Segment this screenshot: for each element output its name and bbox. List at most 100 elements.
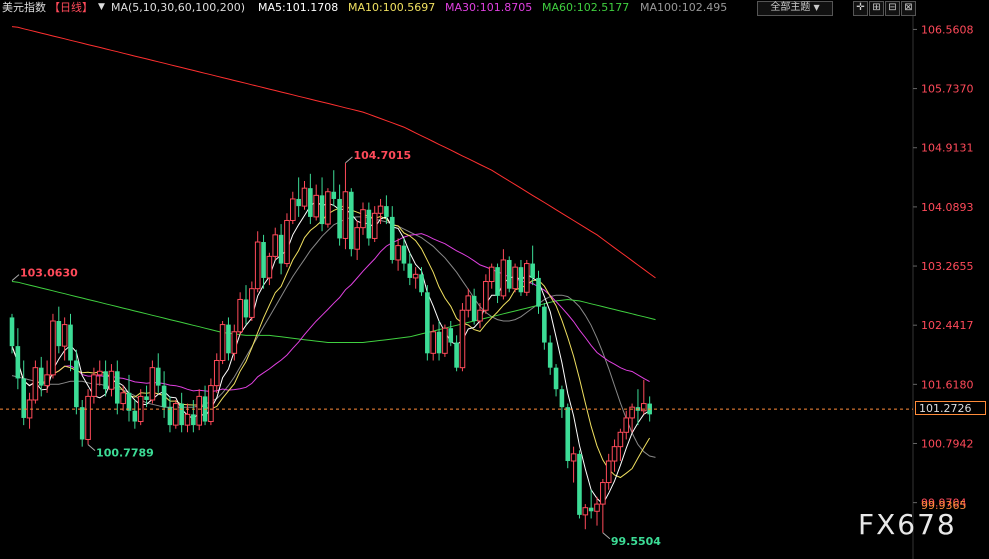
candle-body <box>559 389 565 408</box>
candle <box>471 288 477 325</box>
candle-body <box>542 306 547 343</box>
candle <box>477 303 483 329</box>
candle-body <box>319 195 325 225</box>
candle-body <box>448 328 454 343</box>
candle <box>179 392 184 433</box>
candle-body <box>15 346 21 379</box>
zoom-out-icon[interactable]: ⊟ <box>885 1 900 16</box>
watermark-logo: FX678 <box>858 508 957 541</box>
candle <box>56 306 62 354</box>
y-tick-label: 104.0893 <box>921 201 974 214</box>
candle-body <box>366 209 372 239</box>
candle-body <box>74 360 79 408</box>
candle <box>483 274 489 314</box>
extreme-value-label: 100.7789 <box>96 447 154 460</box>
candle <box>85 389 91 445</box>
candle <box>565 403 571 469</box>
candle-body <box>331 191 337 199</box>
candle-body <box>173 403 179 426</box>
annotation-leader <box>87 444 96 451</box>
candle-body <box>506 259 512 289</box>
candle-body <box>301 187 308 207</box>
candle-body <box>161 385 167 408</box>
candle <box>173 399 179 429</box>
candle <box>254 231 261 293</box>
candle <box>588 489 594 519</box>
candle-body <box>641 403 647 412</box>
candle <box>518 259 524 296</box>
candle <box>570 446 577 483</box>
candle-body <box>395 245 401 261</box>
candle-body <box>120 392 126 405</box>
candle-body <box>231 331 238 354</box>
candle-body <box>208 385 214 423</box>
candle <box>454 335 459 372</box>
candle <box>371 206 378 243</box>
candle <box>395 238 401 271</box>
close-icon[interactable]: ⊠ <box>901 1 916 16</box>
candle <box>325 188 331 228</box>
candle-body <box>38 367 44 386</box>
candle <box>272 227 279 260</box>
candle-body <box>530 263 535 278</box>
candle <box>436 321 442 361</box>
candle-body <box>21 378 26 418</box>
candle-body <box>553 367 559 390</box>
candle <box>21 360 26 426</box>
candle-body <box>342 191 349 239</box>
theme-select-button[interactable]: 全部主题 ▼ <box>757 1 833 16</box>
candle <box>547 335 553 375</box>
candle <box>44 360 50 393</box>
candle-body <box>419 274 424 293</box>
current-price-label: 101.2726 <box>915 401 986 415</box>
extreme-value-label: 99.5504 <box>611 535 661 548</box>
candle-body <box>296 198 301 207</box>
candle-body <box>536 277 541 307</box>
candle <box>389 206 395 264</box>
candle <box>465 288 472 318</box>
candle-body <box>518 267 524 293</box>
ma100-value: MA100:102.495 <box>640 1 728 14</box>
candle <box>237 292 243 336</box>
annotation-leader <box>11 274 20 281</box>
candle-body <box>32 367 39 401</box>
candle-body <box>149 367 156 401</box>
candle <box>249 281 255 322</box>
candle <box>79 399 85 447</box>
y-tick-label: 104.9131 <box>921 142 974 155</box>
candle-body <box>617 431 624 448</box>
candle-body <box>68 324 73 361</box>
candle <box>278 224 284 275</box>
dropdown-arrow-icon[interactable]: ▼ <box>98 0 105 15</box>
candle-body <box>219 324 226 361</box>
candle <box>137 389 144 426</box>
ma30-value: MA30:101.8705 <box>445 1 533 14</box>
candle <box>337 184 342 246</box>
candle-body <box>85 395 91 440</box>
candle-body <box>425 292 430 354</box>
candle-body <box>50 320 56 376</box>
period-label[interactable]: 【日线】 <box>49 0 93 15</box>
candle-body <box>611 446 618 462</box>
candle-body <box>565 407 571 462</box>
candle <box>115 360 120 415</box>
candle <box>96 360 103 386</box>
candle-body <box>325 191 331 225</box>
candle-body <box>79 407 85 440</box>
candle-body <box>377 205 384 214</box>
annotation-leader <box>345 156 353 164</box>
candle <box>313 184 319 221</box>
candlestick-chart[interactable]: 106.5608 105.7370 104.9131 104.0893 103.2655… <box>0 0 989 559</box>
candle <box>342 163 349 250</box>
zoom-in-icon[interactable]: ⊞ <box>869 1 884 16</box>
candle-body <box>407 263 413 278</box>
crosshair-icon[interactable]: ✛ <box>853 1 868 16</box>
candle <box>132 399 138 429</box>
candle-body <box>249 288 255 318</box>
candle <box>15 328 21 390</box>
candle-body <box>284 219 290 265</box>
candle <box>144 385 149 408</box>
extreme-value-label: 104.7015 <box>353 149 411 162</box>
candle-body <box>454 342 459 368</box>
candle <box>512 263 518 293</box>
